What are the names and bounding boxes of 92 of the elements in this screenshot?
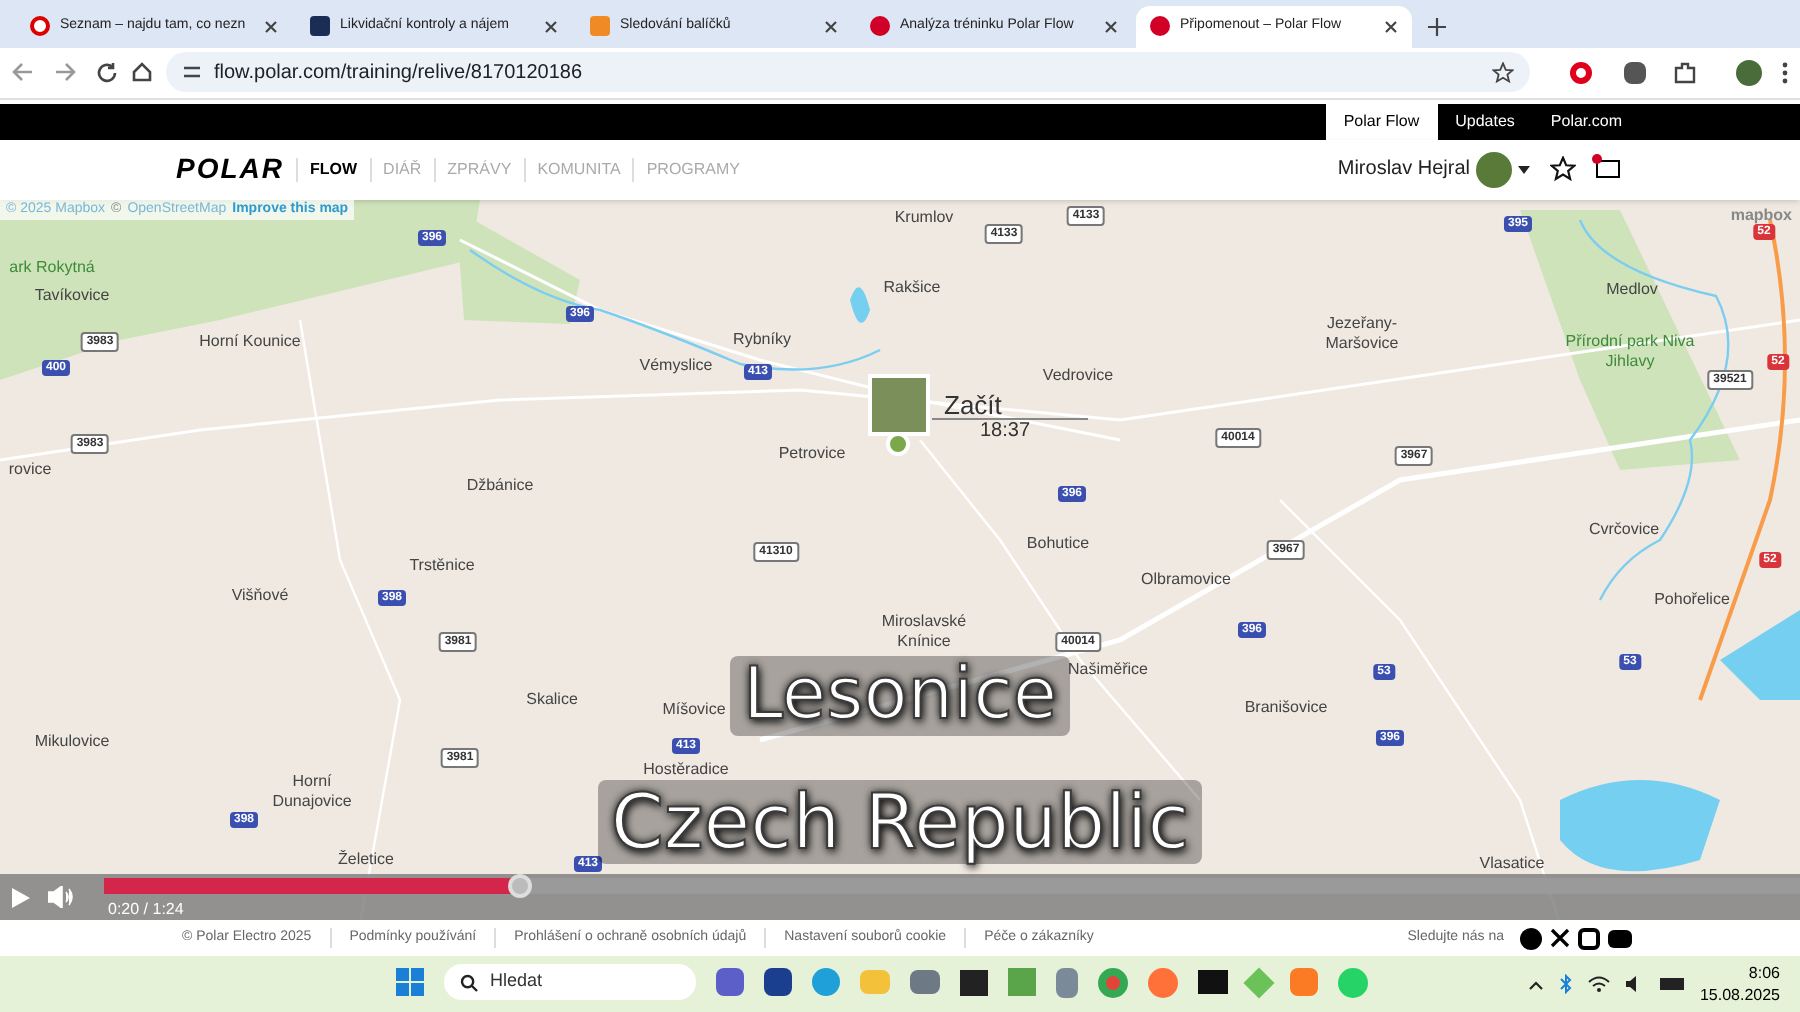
place-label: Míšovice (662, 699, 726, 720)
caret-icon[interactable] (1518, 165, 1530, 174)
photo-placeholder[interactable] (868, 373, 930, 436)
site-settings-icon (182, 62, 202, 83)
place-label: Medlov (1606, 279, 1658, 300)
favicon-icon (310, 16, 330, 37)
progress-thumb[interactable] (507, 874, 532, 899)
facebook-icon[interactable] (1520, 927, 1542, 950)
url-text: flow.polar.com/training/relive/8170120186 (214, 59, 585, 88)
place-label: rovice (8, 459, 52, 480)
polar-logo[interactable]: POLAR (176, 148, 284, 191)
site-top-link[interactable]: Updates (1437, 103, 1533, 140)
youtube-icon[interactable] (1608, 929, 1632, 948)
place-label: Jezeřany-Maršovice (1323, 313, 1401, 354)
close-icon[interactable] (544, 19, 558, 34)
progress-track[interactable] (104, 878, 1800, 895)
lake (1720, 609, 1800, 700)
search-placeholder: Hledat (490, 968, 543, 995)
place-label: Bohutice (1026, 533, 1090, 554)
place-label: Skalice (526, 689, 578, 710)
new-tab-icon[interactable] (1428, 17, 1446, 36)
windows-start-icon[interactable] (396, 968, 424, 997)
place-label: Rybníky (733, 329, 791, 350)
close-icon[interactable] (264, 19, 278, 34)
profile-avatar[interactable] (1736, 59, 1762, 86)
place-label: Horní Dunajovice (270, 771, 354, 812)
place-label: Višňové (231, 585, 289, 606)
place-label: Petrovice (778, 443, 846, 464)
marker-time: 18:37 (980, 417, 1031, 446)
chevron-up-icon[interactable] (1527, 979, 1544, 990)
place-label: Vedrovice (1042, 365, 1114, 386)
close-icon[interactable] (1104, 19, 1118, 34)
site-top-link[interactable]: Polar.com (1532, 103, 1640, 140)
wifi-icon[interactable] (1587, 976, 1610, 993)
edge-icon[interactable] (812, 968, 840, 997)
clock-date[interactable]: 15.08.2025 (1699, 984, 1780, 1007)
search-icon (460, 973, 478, 992)
favicon-icon (1150, 16, 1170, 37)
place-label: Želetice (338, 849, 394, 870)
x-icon[interactable] (1550, 928, 1570, 949)
home-icon[interactable] (130, 60, 154, 85)
park-label: Přírodní park Niva Jihlavy (1563, 331, 1697, 372)
favicon-icon (590, 16, 610, 37)
place-label: Trstěnice (409, 555, 475, 576)
playback-time: 0:20 / 1:24 (108, 898, 184, 921)
map-background[interactable] (0, 199, 1800, 921)
close-icon[interactable] (1384, 19, 1398, 34)
place-label: Vémyslice (639, 355, 713, 376)
park-label: ark Rokytná (9, 257, 95, 278)
place-label: Miroslavské Knínice (879, 611, 969, 652)
menu-icon[interactable] (1782, 61, 1788, 84)
place-label: Vlasatice (1479, 853, 1545, 874)
notifications-icon[interactable] (1596, 160, 1620, 179)
user-name[interactable]: Miroslav Hejral (1337, 154, 1470, 185)
nav-link[interactable]: FLOW (296, 157, 370, 182)
marker-label: Začít (944, 387, 1002, 422)
bluetooth-icon[interactable] (1559, 974, 1572, 995)
forward-icon[interactable] (54, 62, 76, 83)
favicon-icon (870, 16, 890, 37)
back-icon[interactable] (12, 62, 34, 83)
opera-icon[interactable] (1570, 61, 1592, 84)
close-icon[interactable] (824, 19, 838, 34)
instagram-icon[interactable] (1578, 927, 1600, 950)
star-icon[interactable] (1550, 156, 1576, 183)
user-avatar[interactable] (1476, 151, 1512, 188)
place-label: Rakšice (883, 277, 941, 298)
clock-time[interactable]: 8:06 (1748, 962, 1780, 985)
place-label: Horní Kounice (199, 331, 301, 352)
lake (850, 286, 870, 323)
place-label: Hostěradice (643, 759, 729, 780)
favicon-icon (30, 16, 50, 37)
place-label: Branišovice (1244, 697, 1328, 718)
star-icon[interactable] (1492, 61, 1514, 84)
extensions-icon[interactable] (1674, 61, 1696, 84)
place-label: Krumlov (894, 207, 954, 228)
overlay-place-name: Lesonice (730, 655, 1070, 736)
volume-icon[interactable] (48, 886, 74, 909)
place-label: Tavíkovice (34, 285, 110, 306)
place-label: Džbánice (466, 475, 534, 496)
address-bar[interactable]: flow.polar.com/training/relive/8170120186 (166, 52, 1530, 93)
place-label: Olbramovice (1141, 569, 1231, 590)
place-label: Našiměřice (1068, 659, 1148, 680)
place-label: Pohořelice (1654, 589, 1730, 610)
reload-icon[interactable] (96, 61, 118, 84)
site-top-link[interactable]: Polar Flow (1325, 103, 1438, 140)
place-label: Cvrčovice (1588, 519, 1660, 540)
taskbar-search-field[interactable]: Hledat (444, 964, 696, 1001)
overlay-country-name: Czech Republic (598, 779, 1202, 864)
chrome-icon[interactable] (1098, 967, 1128, 998)
place-label: Mikulovice (34, 731, 110, 752)
battery-icon[interactable] (1659, 978, 1684, 991)
play-icon[interactable] (12, 888, 30, 909)
